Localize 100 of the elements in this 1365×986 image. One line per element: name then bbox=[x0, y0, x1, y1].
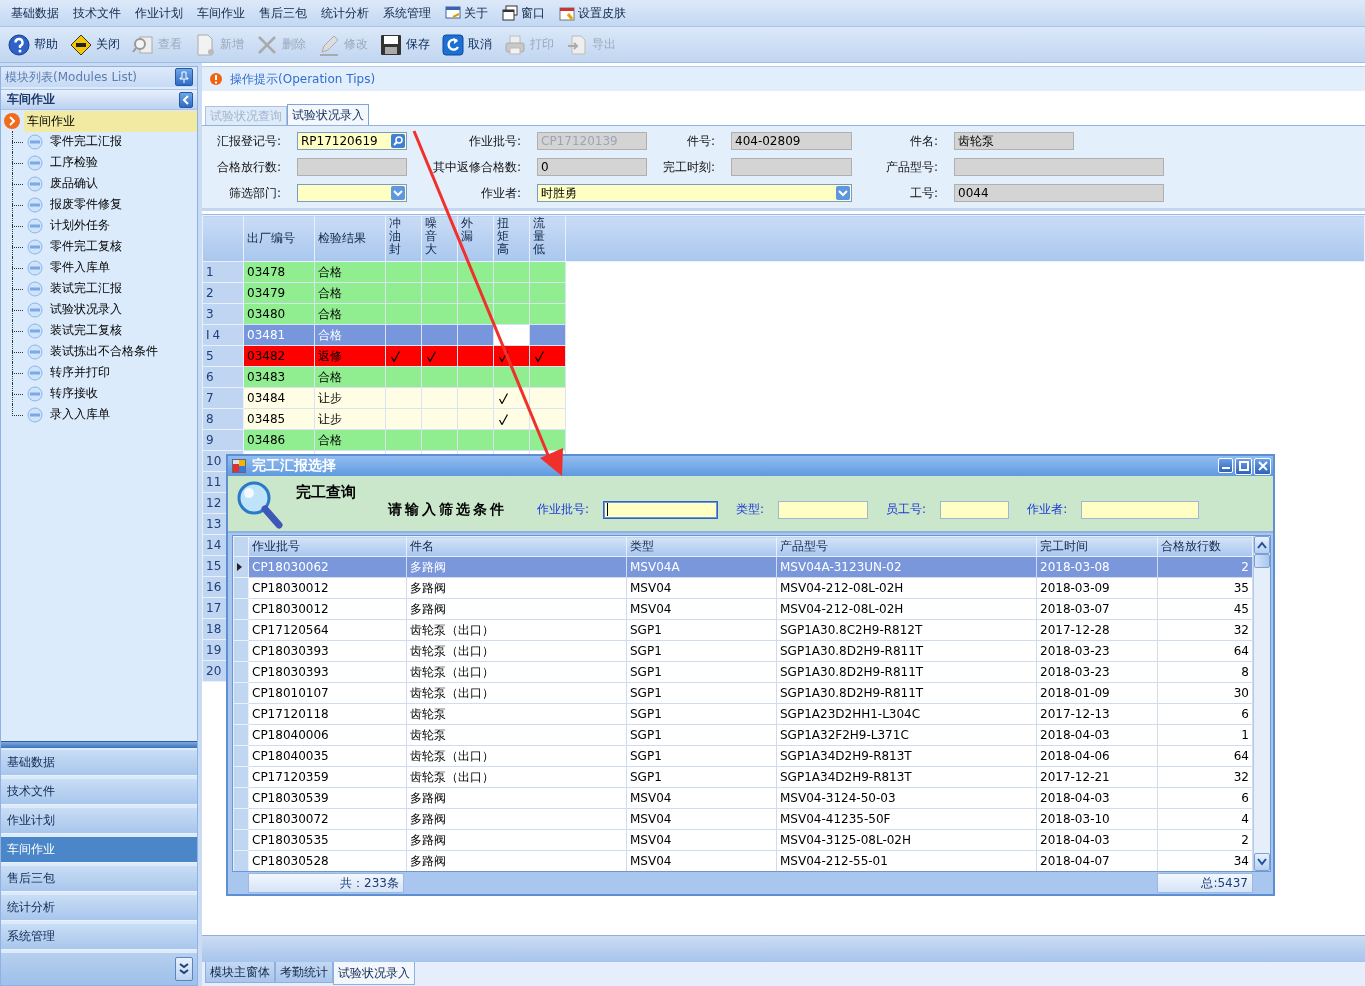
dialog-heading: 完工查询 bbox=[296, 483, 356, 502]
maximize-button[interactable] bbox=[1235, 457, 1252, 475]
nav-button[interactable]: 车间作业 bbox=[1, 837, 197, 863]
table-cell: 齿轮泵（出口） bbox=[406, 682, 627, 704]
cancel-button[interactable]: 取消 bbox=[438, 29, 496, 60]
input-field[interactable]: 齿轮泵 bbox=[954, 132, 1074, 150]
table-cell: CP18040035 bbox=[248, 745, 407, 767]
tree-item[interactable]: 工序检验 bbox=[47, 152, 101, 173]
table-cell: 齿轮泵（出口） bbox=[406, 619, 627, 641]
close-button[interactable]: 关闭 bbox=[66, 29, 124, 60]
input-field[interactable]: 0044 bbox=[954, 184, 1164, 202]
tree-item[interactable]: 报废零件修复 bbox=[47, 194, 125, 215]
menu-item[interactable]: 作业计划 bbox=[128, 2, 190, 24]
tree-item[interactable]: 转序并打印 bbox=[47, 362, 113, 383]
menu-item[interactable]: 关于 bbox=[438, 2, 495, 24]
tree-item[interactable]: 转序接收 bbox=[47, 383, 101, 404]
table-cell: 多路阀 bbox=[406, 829, 627, 851]
menu-item[interactable]: 车间作业 bbox=[190, 2, 252, 24]
minimize-button[interactable] bbox=[1218, 457, 1233, 473]
tree-item[interactable]: 计划外任务 bbox=[47, 215, 113, 236]
tree-item[interactable]: 零件完工汇报 bbox=[47, 131, 125, 152]
close-button[interactable] bbox=[1254, 457, 1271, 475]
input-field[interactable] bbox=[603, 500, 719, 519]
table-cell: 齿轮泵（出口） bbox=[406, 640, 627, 662]
input-field[interactable] bbox=[731, 158, 852, 176]
tree-item[interactable]: 零件入库单 bbox=[47, 257, 113, 278]
input-field[interactable] bbox=[297, 158, 407, 176]
input-field[interactable] bbox=[954, 158, 1164, 176]
more-button[interactable] bbox=[175, 957, 193, 981]
circle-icon bbox=[27, 301, 43, 318]
nav-button[interactable]: 售后三包 bbox=[1, 866, 197, 892]
nav-button[interactable]: 作业计划 bbox=[1, 808, 197, 834]
scroll-thumb[interactable] bbox=[1254, 554, 1270, 568]
dropdown-field[interactable] bbox=[297, 184, 407, 202]
tree-item[interactable]: 装试完工汇报 bbox=[47, 278, 125, 299]
menu-item[interactable]: 基础数据 bbox=[4, 2, 66, 24]
tab[interactable]: 考勤统计 bbox=[275, 962, 333, 983]
tree-item[interactable]: 装试完工复核 bbox=[47, 320, 125, 341]
tab[interactable]: 试验状况录入 bbox=[333, 962, 415, 985]
dropdown-field[interactable]: 时胜勇 bbox=[537, 184, 852, 202]
window-title: 完工汇报选择 bbox=[252, 457, 336, 475]
menu-item[interactable]: 系统管理 bbox=[376, 2, 438, 24]
table-cell: 32 bbox=[1157, 619, 1253, 641]
nav-button[interactable]: 基础数据 bbox=[1, 750, 197, 776]
save-button[interactable]: 保存 bbox=[376, 29, 434, 60]
scrollbar[interactable] bbox=[1253, 536, 1270, 871]
row-header bbox=[233, 661, 249, 683]
table-cell: 2017-12-28 bbox=[1036, 619, 1158, 641]
tree-item[interactable]: 废品确认 bbox=[47, 173, 101, 194]
document-icon bbox=[566, 33, 588, 56]
table-cell: CP17120564 bbox=[248, 619, 407, 641]
pin-button[interactable] bbox=[175, 68, 193, 86]
tab[interactable]: 模块主窗体 bbox=[205, 962, 275, 983]
total-count: 共：233条 bbox=[248, 873, 404, 893]
circle-icon bbox=[27, 238, 43, 255]
table-cell: 30 bbox=[1157, 682, 1253, 704]
menu-item[interactable]: 窗口 bbox=[495, 2, 552, 24]
menu-item[interactable]: 设置皮肤 bbox=[552, 2, 633, 24]
check-icon bbox=[391, 350, 400, 362]
nav-button[interactable]: 技术文件 bbox=[1, 779, 197, 805]
tree-item[interactable]: 试验状况录入 bbox=[47, 299, 125, 320]
table-cell: SGP1A30.8C2H9-R812T bbox=[776, 619, 1037, 641]
input-field[interactable]: 404-02809 bbox=[731, 132, 852, 150]
scroll-down-button[interactable] bbox=[1254, 853, 1270, 871]
collapse-button[interactable] bbox=[179, 91, 193, 108]
printer-icon bbox=[504, 33, 526, 56]
tree-item[interactable]: 装试拣出不合格条件 bbox=[47, 341, 161, 362]
scroll-up-button[interactable] bbox=[1254, 536, 1270, 554]
input-field[interactable]: 0 bbox=[537, 158, 647, 176]
table-cell: MSV04-3125-08L-02H bbox=[776, 829, 1037, 851]
menu-item[interactable]: 统计分析 bbox=[314, 2, 376, 24]
tree-item[interactable]: 录入入库单 bbox=[47, 404, 113, 425]
menu-item[interactable]: 技术文件 bbox=[66, 2, 128, 24]
table-cell: 35 bbox=[1157, 577, 1253, 599]
input-field[interactable] bbox=[940, 500, 1010, 519]
input-field[interactable] bbox=[778, 500, 869, 519]
menu-item[interactable]: 售后三包 bbox=[252, 2, 314, 24]
group-title: 车间作业 bbox=[7, 91, 55, 108]
splitter-handle[interactable] bbox=[1, 741, 197, 748]
table-cell: CP18030012 bbox=[248, 577, 407, 599]
tree-item[interactable]: 零件完工复核 bbox=[47, 236, 125, 257]
chevron-up-icon bbox=[1257, 541, 1267, 549]
table-cell: 2018-03-09 bbox=[1036, 577, 1158, 599]
input-field[interactable] bbox=[1081, 500, 1200, 519]
table-cell: SGP1A23D2HH1-L304C bbox=[776, 703, 1037, 725]
input-field[interactable]: RP17120619 bbox=[297, 132, 407, 150]
nav-button[interactable]: 统计分析 bbox=[1, 895, 197, 921]
help-button[interactable]: 帮助 bbox=[4, 29, 62, 60]
table-cell: SGP1A30.8D2H9-R811T bbox=[776, 661, 1037, 683]
table-cell: 6 bbox=[1157, 703, 1253, 725]
tab[interactable]: 试验状况录入 bbox=[287, 104, 369, 125]
table-cell: 齿轮泵（出口） bbox=[406, 661, 627, 683]
document-icon bbox=[194, 33, 216, 56]
row-header bbox=[233, 787, 249, 809]
tree-item[interactable]: 车间作业 bbox=[24, 110, 197, 132]
table-cell: CP18030072 bbox=[248, 808, 407, 830]
nav-button[interactable]: 系统管理 bbox=[1, 924, 197, 950]
field-label: 件名: bbox=[908, 132, 939, 150]
field-label: 完工时刻: bbox=[661, 158, 716, 176]
field-label: 作业批号: bbox=[537, 501, 590, 518]
